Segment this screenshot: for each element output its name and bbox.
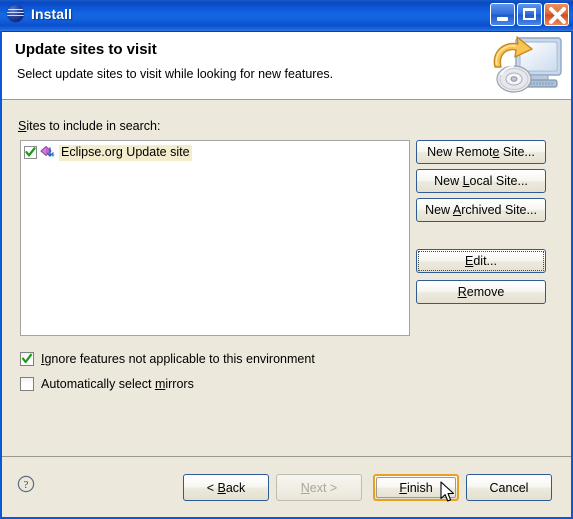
next-button: Next >: [276, 474, 362, 501]
finish-button-label: Finish: [399, 480, 433, 495]
next-button-label: Next >: [300, 480, 338, 495]
list-item[interactable]: Eclipse.org Update site: [21, 143, 409, 162]
svg-text:?: ?: [24, 479, 29, 491]
new-local-site-button-label: New Local Site...: [434, 174, 528, 188]
sites-list-label-rest: ites to include in search:: [26, 119, 161, 133]
dialog-body: Sites to include in search: Eclipse.org …: [2, 100, 571, 456]
cancel-button[interactable]: Cancel: [466, 474, 552, 501]
remove-button-label: Remove: [457, 285, 505, 299]
window-controls: [490, 3, 569, 26]
page-title: Update sites to visit: [15, 41, 157, 58]
edit-button[interactable]: Edit...: [416, 249, 546, 273]
remove-button[interactable]: Remove: [416, 280, 546, 304]
new-archived-site-button-label: New Archived Site...: [425, 203, 537, 217]
eclipse-sphere-icon: [7, 5, 24, 22]
monitor-with-update-arrow-and-disc-icon: [485, 35, 567, 97]
page-description: Select update sites to visit while looki…: [17, 67, 334, 81]
site-checkbox[interactable]: [24, 146, 37, 159]
ignore-features-checkbox-box[interactable]: [20, 352, 34, 366]
automatically-select-mirrors-checkbox[interactable]: Automatically select mirrors: [20, 377, 194, 391]
finish-button[interactable]: Finish: [373, 474, 459, 501]
title-bar-left: Install: [7, 5, 72, 22]
install-dialog-window: Install Update sites to visit Select upd…: [0, 0, 573, 519]
list-item-label: Eclipse.org Update site: [59, 144, 192, 161]
minimize-icon[interactable]: [490, 3, 515, 26]
edit-button-label: Edit...: [465, 254, 497, 268]
sites-listbox[interactable]: Eclipse.org Update site: [20, 140, 410, 336]
back-button[interactable]: < Back: [183, 474, 269, 501]
sites-list-label: Sites to include in search:: [18, 119, 160, 133]
new-local-site-button[interactable]: New Local Site...: [416, 169, 546, 193]
close-icon[interactable]: [544, 3, 569, 26]
automatically-select-mirrors-checkbox-box[interactable]: [20, 377, 34, 391]
ignore-features-checkbox[interactable]: Ignore features not applicable to this e…: [20, 352, 315, 366]
automatically-select-mirrors-checkbox-label: Automatically select mirrors: [41, 377, 194, 391]
title-bar[interactable]: Install: [0, 0, 573, 32]
dialog-footer: ? < Back Next > Finish Cancel: [2, 456, 571, 517]
back-button-label: < Back: [206, 480, 246, 495]
cancel-button-label: Cancel: [489, 480, 529, 495]
new-remote-site-button-label: New Remote Site...: [427, 145, 535, 159]
update-site-icon: [40, 145, 56, 160]
help-question-icon[interactable]: ?: [17, 475, 35, 493]
ignore-features-checkbox-label: Ignore features not applicable to this e…: [41, 352, 315, 366]
wizard-header: Update sites to visit Select update site…: [2, 32, 571, 100]
new-archived-site-button[interactable]: New Archived Site...: [416, 198, 546, 222]
new-remote-site-button[interactable]: New Remote Site...: [416, 140, 546, 164]
window-title: Install: [31, 5, 73, 22]
maximize-icon[interactable]: [517, 3, 542, 26]
